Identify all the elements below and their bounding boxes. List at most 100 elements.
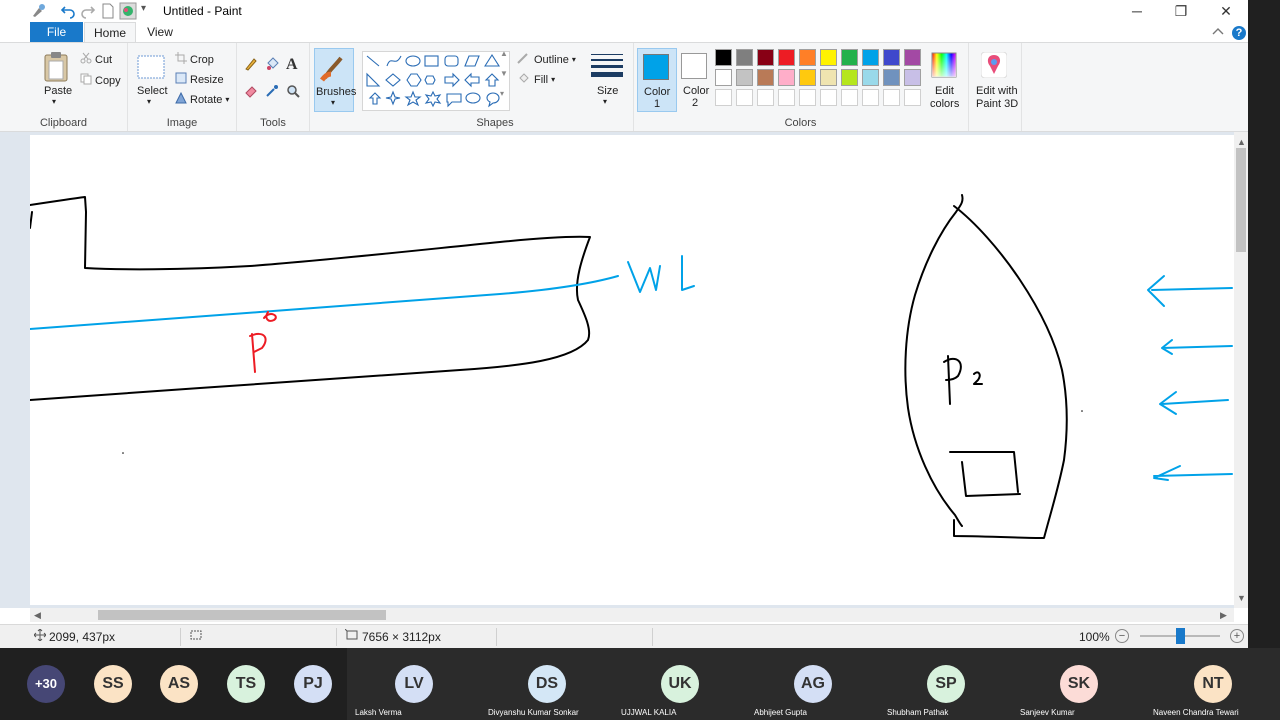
minimize-button[interactable]: ─ [1117, 2, 1157, 20]
scroll-up-arrow-icon[interactable]: ▲ [1237, 137, 1246, 147]
fill-button[interactable]: Fill ▾ [517, 72, 555, 87]
palette-swatch[interactable] [736, 49, 753, 66]
palette-swatch[interactable] [820, 49, 837, 66]
palette-swatch-custom[interactable] [799, 89, 816, 106]
new-file-icon[interactable] [101, 3, 115, 22]
palette-swatch[interactable] [736, 69, 753, 86]
horizontal-scroll-thumb[interactable] [98, 610, 386, 620]
participant-tile[interactable]: NT Naveen Chandra Tewari [1145, 648, 1280, 720]
participant-tile[interactable]: LV Laksh Verma [347, 648, 480, 720]
palette-swatch-custom[interactable] [883, 89, 900, 106]
cut-button[interactable]: Cut [80, 52, 112, 67]
palette-swatch[interactable] [841, 49, 858, 66]
scroll-down-arrow-icon[interactable]: ▼ [1237, 593, 1246, 603]
edit-colors-label-2[interactable]: colors [930, 98, 959, 110]
zoom-in-button[interactable]: + [1230, 629, 1244, 643]
help-button[interactable]: ? [1232, 26, 1246, 40]
participant-tile[interactable]: TS [213, 648, 279, 720]
palette-swatch[interactable] [715, 69, 732, 86]
palette-swatch-custom[interactable] [862, 89, 879, 106]
palette-swatch[interactable] [715, 49, 732, 66]
size-dropdown-icon[interactable]: ▾ [603, 97, 607, 106]
size-icon[interactable] [591, 53, 623, 84]
paste-icon[interactable] [43, 51, 69, 88]
pencil-icon[interactable] [244, 57, 258, 76]
close-button[interactable]: ✕ [1206, 2, 1246, 20]
paste-button[interactable]: Paste [44, 85, 72, 97]
palette-swatch[interactable] [904, 69, 921, 86]
scroll-left-arrow-icon[interactable]: ◀ [34, 610, 41, 621]
resize-button[interactable]: Resize [175, 72, 224, 87]
undo-icon[interactable] [60, 3, 76, 22]
paint-app-icon[interactable] [30, 3, 46, 22]
magnifier-icon[interactable] [286, 84, 300, 103]
shapes-gallery[interactable] [362, 51, 510, 111]
palette-swatch[interactable] [862, 49, 879, 66]
palette-swatch-custom[interactable] [736, 89, 753, 106]
palette-swatch-custom[interactable] [778, 89, 795, 106]
palette-swatch[interactable] [862, 69, 879, 86]
palette-swatch[interactable] [883, 69, 900, 86]
participant-tile[interactable]: SS [80, 648, 146, 720]
palette-swatch[interactable] [799, 49, 816, 66]
tab-file[interactable]: File [30, 22, 83, 42]
shapes-scroll-down-icon[interactable]: ▼ [500, 69, 508, 78]
shapes-more-icon[interactable]: ▾ [500, 89, 504, 98]
zoom-out-button[interactable]: − [1115, 629, 1129, 643]
fill-bucket-icon[interactable] [265, 57, 279, 76]
select-icon[interactable] [137, 55, 165, 84]
color-picker-icon[interactable] [265, 84, 279, 103]
eraser-icon[interactable] [244, 84, 258, 103]
palette-swatch[interactable] [799, 69, 816, 86]
participant-tile[interactable]: SP Shubham Pathak [879, 648, 1012, 720]
participant-tile[interactable]: SK Sanjeev Kumar [1012, 648, 1145, 720]
palette-swatch[interactable] [778, 49, 795, 66]
rotate-button[interactable]: Rotate ▾ [175, 91, 229, 107]
palette-swatch[interactable] [757, 69, 774, 86]
scroll-right-arrow-icon[interactable]: ▶ [1220, 610, 1227, 621]
edit-paint3d-label-1[interactable]: Edit with [976, 85, 1018, 97]
outline-button[interactable]: Outline ▾ [517, 52, 576, 67]
paste-dropdown-icon[interactable]: ▾ [52, 97, 56, 106]
edit-colors-label-1[interactable]: Edit [935, 85, 954, 97]
edit-colors-icon[interactable] [931, 52, 957, 83]
text-tool-icon[interactable]: A [286, 56, 298, 74]
color2-label[interactable]: Color [683, 85, 709, 97]
palette-swatch-custom[interactable] [841, 89, 858, 106]
brushes-button[interactable]: Brushes ▾ [314, 48, 356, 112]
palette-swatch[interactable] [820, 69, 837, 86]
color2-swatch[interactable] [681, 53, 707, 79]
participant-tile[interactable]: AS [146, 648, 212, 720]
redo-icon[interactable] [80, 3, 96, 22]
collapse-ribbon-icon[interactable] [1212, 25, 1224, 39]
maximize-button[interactable]: ❐ [1161, 2, 1201, 20]
select-button[interactable]: Select [137, 85, 168, 97]
size-button[interactable]: Size [597, 85, 618, 97]
quick-access-dropdown-icon[interactable]: ▾ [141, 3, 146, 14]
palette-swatch-custom[interactable] [820, 89, 837, 106]
crop-button[interactable]: Crop [175, 52, 214, 67]
color1-button[interactable]: Color 1 [637, 48, 677, 112]
paint3d-quick-icon[interactable] [119, 2, 137, 23]
palette-swatch-custom[interactable] [757, 89, 774, 106]
participant-tile[interactable]: DS Divyanshu Kumar Sonkar [480, 648, 613, 720]
tab-view[interactable]: View [140, 22, 180, 42]
tab-home[interactable]: Home [84, 22, 136, 42]
zoom-slider-thumb[interactable] [1176, 628, 1185, 644]
participant-tile[interactable]: PJ [280, 648, 346, 720]
vertical-scroll-thumb[interactable] [1236, 148, 1246, 252]
copy-button[interactable]: Copy [80, 73, 121, 88]
paint3d-icon[interactable] [980, 51, 1008, 83]
palette-swatch[interactable] [778, 69, 795, 86]
participant-tile[interactable]: AG Abhijeet Gupta [746, 648, 879, 720]
select-dropdown-icon[interactable]: ▾ [147, 97, 151, 106]
palette-swatch-custom[interactable] [904, 89, 921, 106]
edit-paint3d-label-2[interactable]: Paint 3D [976, 98, 1018, 110]
palette-swatch[interactable] [904, 49, 921, 66]
participant-tile[interactable]: UK UJJWAL KALIA [613, 648, 746, 720]
palette-swatch[interactable] [841, 69, 858, 86]
palette-swatch[interactable] [757, 49, 774, 66]
palette-swatch[interactable] [883, 49, 900, 66]
more-participants-tile[interactable]: +30 [14, 648, 80, 720]
palette-swatch-custom[interactable] [715, 89, 732, 106]
